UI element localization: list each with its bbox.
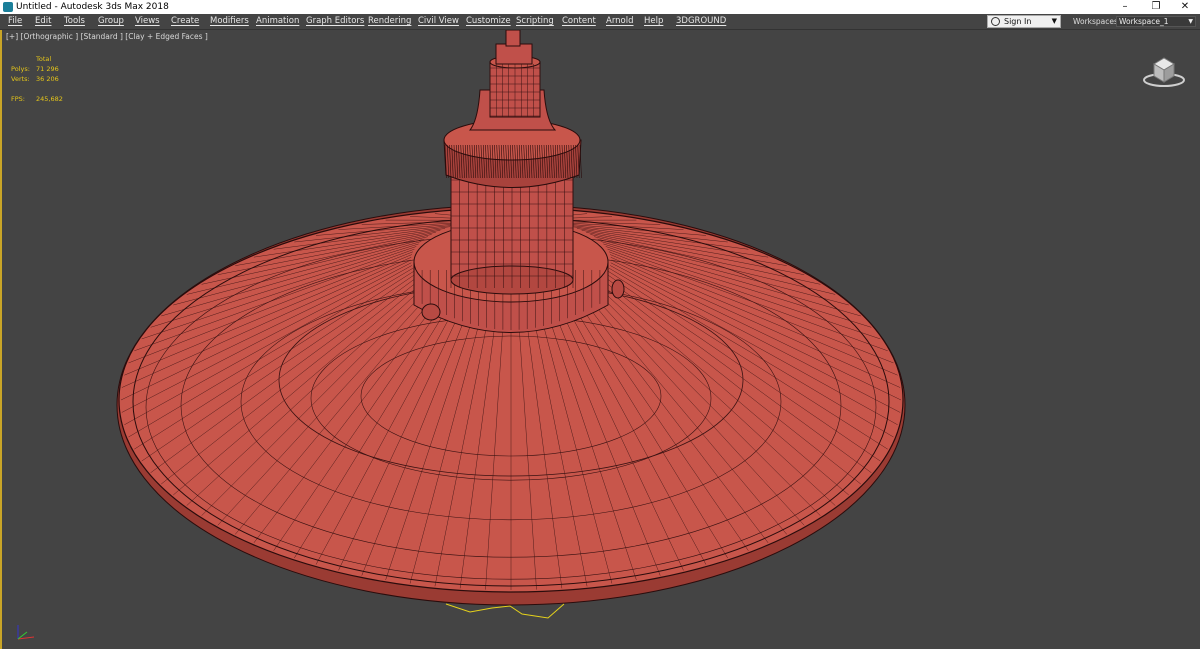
menu-file[interactable]: File — [8, 14, 22, 29]
menu-scripting[interactable]: Scripting — [516, 14, 554, 29]
menu-tools[interactable]: Tools — [64, 14, 85, 29]
polys-label: Polys: — [11, 65, 30, 73]
menu-customize[interactable]: Customize — [466, 14, 511, 29]
menu-rendering[interactable]: Rendering — [368, 14, 411, 29]
fps-value: 245,682 — [36, 95, 63, 103]
workspace-select[interactable]: Workspace_1 ▼ — [1116, 16, 1196, 27]
verts-label: Verts: — [11, 75, 30, 83]
perspective-viewport[interactable]: [+] [Orthographic ] [Standard ] [Clay + … — [0, 30, 1200, 649]
workspaces-label: Workspaces: — [1073, 17, 1121, 26]
chevron-down-icon: ▼ — [1188, 18, 1193, 25]
close-button[interactable]: ✕ — [1170, 0, 1200, 14]
minimize-button[interactable]: – — [1110, 0, 1140, 14]
menu-create[interactable]: Create — [171, 14, 199, 29]
menu-group[interactable]: Group — [98, 14, 124, 29]
app-icon — [3, 2, 13, 12]
sign-in-label: Sign In — [1004, 17, 1032, 26]
menu-3dground[interactable]: 3DGROUND — [676, 14, 726, 29]
axis-tripod-icon — [17, 625, 35, 640]
chevron-down-icon: ▼ — [1051, 17, 1057, 25]
menu-arnold[interactable]: Arnold — [606, 14, 634, 29]
workspace-value: Workspace_1 — [1119, 17, 1169, 26]
sign-in-dropdown[interactable]: Sign In ▼ — [987, 15, 1061, 28]
menu-graph-editors[interactable]: Graph Editors — [306, 14, 364, 29]
menu-bar: File Edit Tools Group Views Create Modif… — [0, 14, 1200, 30]
viewcube-icon[interactable] — [1142, 52, 1192, 92]
menu-civil-view[interactable]: Civil View — [418, 14, 459, 29]
menu-content[interactable]: Content — [562, 14, 596, 29]
stats-header: Total — [36, 55, 52, 63]
fps-label: FPS: — [11, 95, 25, 103]
title-bar: Untitled - Autodesk 3ds Max 2018 – ❐ ✕ — [0, 0, 1200, 14]
viewport-label[interactable]: [+] [Orthographic ] [Standard ] [Clay + … — [6, 32, 208, 41]
menu-edit[interactable]: Edit — [35, 14, 51, 29]
menu-animation[interactable]: Animation — [256, 14, 299, 29]
menu-views[interactable]: Views — [135, 14, 160, 29]
verts-value: 36 206 — [36, 75, 59, 83]
polys-value: 71 296 — [36, 65, 59, 73]
restore-button[interactable]: ❐ — [1141, 0, 1171, 14]
menu-modifiers[interactable]: Modifiers — [210, 14, 249, 29]
lamp-model[interactable] — [2, 30, 1200, 649]
window-title: Untitled - Autodesk 3ds Max 2018 — [16, 2, 169, 12]
menu-help[interactable]: Help — [644, 14, 663, 29]
user-icon — [991, 17, 1000, 26]
